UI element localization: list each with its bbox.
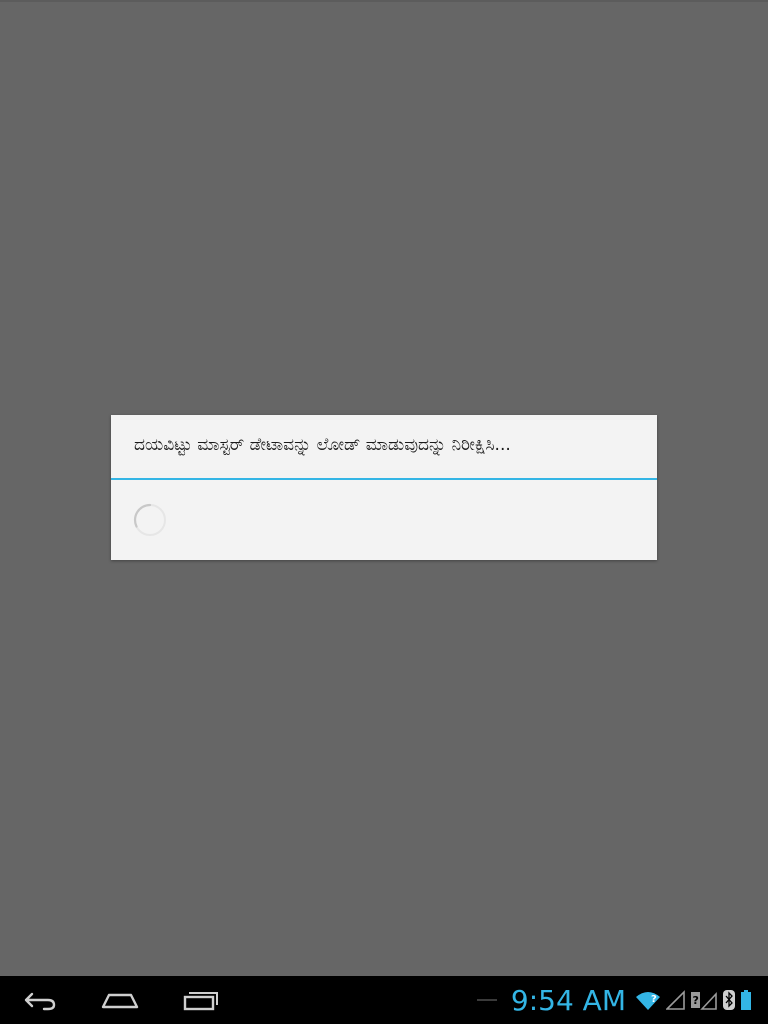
sim-unknown-icon: ? (690, 989, 718, 1011)
recent-apps-icon (183, 992, 218, 1011)
svg-text:?: ? (651, 994, 657, 1005)
top-edge (0, 0, 768, 2)
back-icon (24, 992, 56, 1011)
home-button[interactable] (90, 976, 150, 1024)
recent-apps-button[interactable] (170, 976, 230, 1024)
wifi-icon: ? (634, 989, 662, 1011)
svg-text:?: ? (693, 994, 699, 1007)
screen: ದಯವಿಟ್ಟು ಮಾಸ್ಟರ್ ಡೇಟಾವನ್ನು ಲೋಡ್ ಮಾಡುವುದನ… (0, 0, 768, 1024)
status-clock: 9:54 AM (510, 983, 626, 1017)
progress-dialog: ದಯವಿಟ್ಟು ಮಾಸ್ಟರ್ ಡೇಟಾವನ್ನು ಲೋಡ್ ಮಾಡುವುದನ… (111, 415, 657, 560)
back-button[interactable] (10, 976, 70, 1024)
loading-spinner-icon (133, 503, 166, 536)
bluetooth-icon (722, 989, 736, 1011)
dash-indicator-icon (476, 998, 497, 1002)
dialog-divider (111, 478, 657, 480)
system-nav-bar: 9:54 AM ? ? (0, 976, 768, 1024)
battery-icon (740, 989, 752, 1011)
dialog-message: ದಯವಿಟ್ಟು ಮಾಸ್ಟರ್ ಡೇಟಾವನ್ನು ಲೋಡ್ ಮಾಡುವುದನ… (134, 435, 511, 455)
status-area[interactable]: 9:54 AM ? ? (476, 976, 768, 1024)
signal-icon (666, 989, 686, 1011)
home-icon (101, 993, 139, 1009)
